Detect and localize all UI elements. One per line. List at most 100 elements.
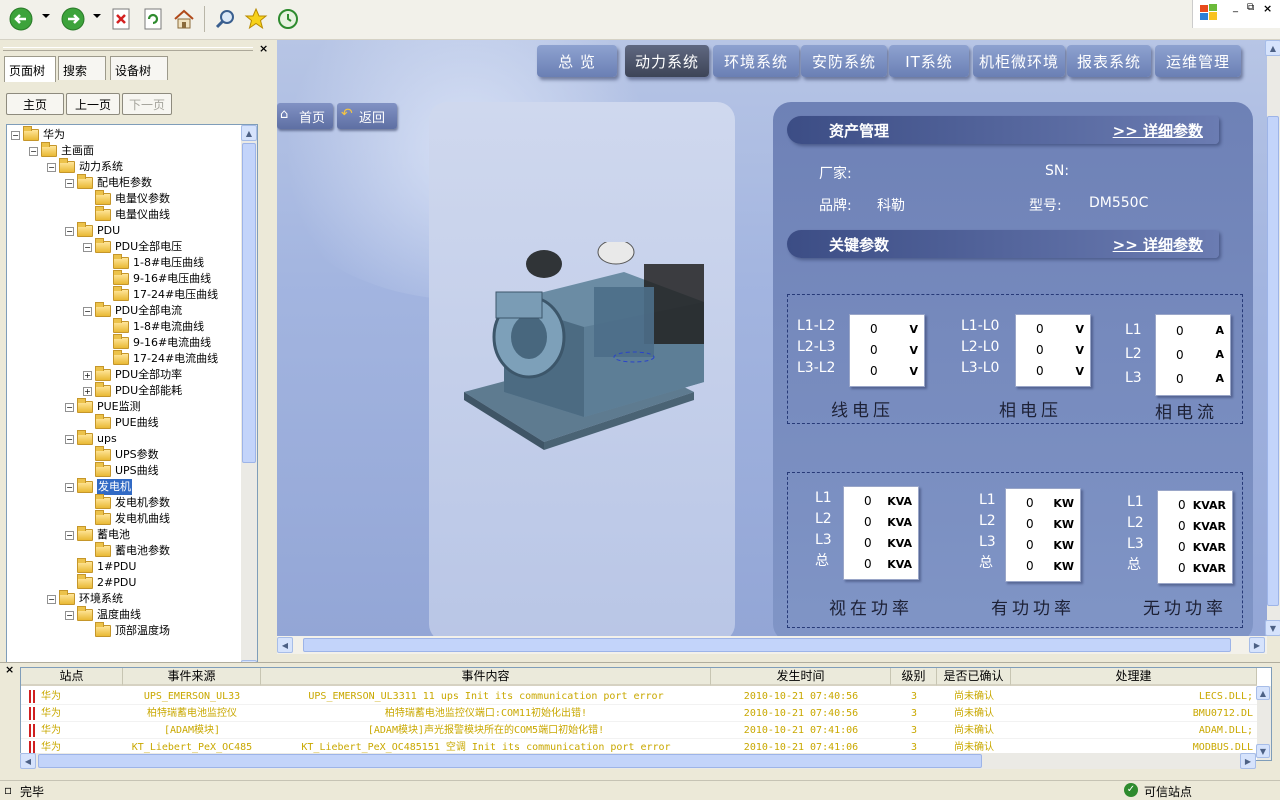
event-row[interactable]: 华为 柏特瑞蓄电池监控仪 柏特瑞蓄电池监控仪端口:COM11初始化出错! 2010-1… <box>21 705 1257 722</box>
home-nav-button[interactable]: ⌂ 首页 <box>277 103 333 129</box>
key-params-detail-link[interactable]: >> 详细参数 <box>1113 234 1203 255</box>
back-icon[interactable] <box>8 6 34 32</box>
tree-node[interactable]: +顶部温度场 <box>83 622 170 639</box>
expand-toggle-icon[interactable]: − <box>65 402 74 412</box>
event-row[interactable]: 华为 [ADAM模块] [ADAM模块]声光报警模块所在的COM5端口初始化错! 20… <box>21 722 1257 739</box>
scroll-down-icon[interactable]: ▼ <box>1265 620 1280 636</box>
tree-node[interactable]: − ups <box>65 430 117 447</box>
tree-node[interactable]: − 配电柜参数 <box>65 174 152 191</box>
tree-node[interactable]: − 动力系统 <box>47 158 123 175</box>
tree-node[interactable]: − PDU <box>65 222 120 239</box>
favorites-icon[interactable] <box>243 6 269 32</box>
tree-node[interactable]: +电量仪曲线 <box>83 206 170 223</box>
tree-node[interactable]: − 华为 <box>11 126 65 143</box>
expand-toggle-icon[interactable]: − <box>47 594 56 604</box>
event-scrollbar[interactable]: ▲ ▼ <box>1256 686 1271 760</box>
tree-node[interactable]: +UPS曲线 <box>83 462 159 479</box>
tree-node[interactable]: +9-16#电压曲线 <box>101 270 211 287</box>
scroll-up-icon[interactable]: ▲ <box>241 125 257 141</box>
tab-search[interactable]: 搜索 <box>58 56 106 80</box>
tree-node[interactable]: − 发电机 <box>65 478 132 495</box>
next-page-button[interactable]: 下一页 <box>122 93 172 115</box>
tree-node[interactable]: +1#PDU <box>65 558 136 575</box>
nav-tab[interactable]: 运维管理 <box>1155 45 1241 77</box>
tree-node[interactable]: +电量仪参数 <box>83 190 170 207</box>
tree-node[interactable]: − 主画面 <box>29 142 94 159</box>
tree-node[interactable]: − PDU全部电流 <box>83 302 182 319</box>
close-icon[interactable]: × <box>5 663 14 676</box>
nav-tab[interactable]: 环境系统 <box>713 45 799 77</box>
expand-toggle-icon[interactable]: − <box>65 530 74 540</box>
scroll-down-icon[interactable]: ▼ <box>1256 744 1270 758</box>
scroll-up-icon[interactable]: ▲ <box>1256 686 1270 700</box>
forward-dropdown-icon[interactable] <box>93 14 101 18</box>
close-icon[interactable]: × <box>1263 2 1272 15</box>
scroll-thumb[interactable] <box>1267 116 1279 606</box>
scroll-left-icon[interactable]: ◀ <box>277 637 293 653</box>
tree-node[interactable]: + PDU全部能耗 <box>83 382 182 399</box>
scroll-thumb[interactable] <box>242 143 256 463</box>
nav-tab[interactable]: 总 览 <box>537 45 617 77</box>
history-icon[interactable] <box>275 6 301 32</box>
scroll-up-icon[interactable]: ▲ <box>1265 40 1280 56</box>
back-nav-button[interactable]: ↶ 返回 <box>337 103 397 129</box>
search-icon[interactable] <box>212 6 238 32</box>
nav-tab[interactable]: 安防系统 <box>801 45 887 77</box>
tree-node[interactable]: − 蓄电池 <box>65 526 130 543</box>
tree-node[interactable]: +1-8#电流曲线 <box>101 318 204 335</box>
expand-toggle-icon[interactable]: − <box>65 482 74 492</box>
expand-toggle-icon[interactable]: + <box>83 370 92 380</box>
event-row[interactable]: 华为 UPS_EMERSON_UL33 UPS_EMERSON_UL3311 11 … <box>21 688 1257 705</box>
scroll-left-icon[interactable]: ◀ <box>20 753 36 769</box>
tree-node[interactable]: +2#PDU <box>65 574 136 591</box>
close-icon[interactable]: × <box>259 42 268 55</box>
tab-device-tree[interactable]: 设备树 <box>110 56 168 80</box>
home-button[interactable]: 主页 <box>6 93 64 115</box>
expand-toggle-icon[interactable]: − <box>83 242 92 252</box>
scroll-right-icon[interactable]: ▶ <box>1240 753 1256 769</box>
minimize-icon[interactable]: _ <box>1233 2 1238 13</box>
event-column-header[interactable]: 站点 <box>21 668 123 686</box>
expand-toggle-icon[interactable]: − <box>65 610 74 620</box>
event-column-header[interactable]: 级别 <box>891 668 937 686</box>
event-column-header[interactable]: 处理建 <box>1011 668 1257 686</box>
restore-icon[interactable]: ⧉ <box>1247 2 1254 13</box>
scroll-thumb[interactable] <box>38 754 982 768</box>
nav-tab[interactable]: 报表系统 <box>1067 45 1151 77</box>
tree-node[interactable]: − PUE监测 <box>65 398 141 415</box>
event-column-header[interactable]: 是否已确认 <box>937 668 1011 686</box>
scroll-thumb[interactable] <box>303 638 1231 652</box>
page-tree[interactable]: −华为−主画面−动力系统−配电柜参数+电量仪参数+电量仪曲线−PDU−PDU全部… <box>6 124 258 678</box>
stop-icon[interactable] <box>108 6 134 32</box>
tree-node[interactable]: +发电机参数 <box>83 494 170 511</box>
expand-toggle-icon[interactable]: − <box>65 178 74 188</box>
tree-scrollbar[interactable]: ▲ ▼ <box>241 125 257 677</box>
tree-node[interactable]: +UPS参数 <box>83 446 159 463</box>
home-icon[interactable] <box>171 6 197 32</box>
tree-node[interactable]: +1-8#电压曲线 <box>101 254 204 271</box>
prev-page-button[interactable]: 上一页 <box>66 93 120 115</box>
event-column-header[interactable]: 事件内容 <box>261 668 711 686</box>
tree-node[interactable]: +9-16#电流曲线 <box>101 334 211 351</box>
event-hscrollbar[interactable]: ◀ ▶ <box>20 753 1256 769</box>
tab-page-tree[interactable]: 页面树 <box>4 56 56 82</box>
event-table[interactable]: 站点 事件来源 事件内容 发生时间 级别 是否已确认 处理建 华为 UPS_EMERSON_UL… <box>20 667 1272 761</box>
asset-detail-link[interactable]: >> 详细参数 <box>1113 120 1203 141</box>
nav-tab[interactable]: IT系统 <box>889 45 969 77</box>
expand-toggle-icon[interactable]: − <box>65 226 74 236</box>
tree-node[interactable]: − 环境系统 <box>47 590 123 607</box>
expand-toggle-icon[interactable]: − <box>11 130 20 140</box>
tree-node[interactable]: − 温度曲线 <box>65 606 141 623</box>
expand-toggle-icon[interactable]: + <box>83 386 92 396</box>
tree-node[interactable]: +17-24#电压曲线 <box>101 286 218 303</box>
nav-tab[interactable]: 机柜微环境 <box>973 45 1065 77</box>
main-vertical-scrollbar[interactable]: ▲ ▼ <box>1265 40 1280 636</box>
tree-node[interactable]: + PDU全部功率 <box>83 366 182 383</box>
nav-tab[interactable]: 动力系统 <box>625 45 709 77</box>
expand-toggle-icon[interactable]: − <box>65 434 74 444</box>
tree-node[interactable]: +发电机曲线 <box>83 510 170 527</box>
tree-node[interactable]: +17-24#电流曲线 <box>101 350 218 367</box>
tree-node[interactable]: − PDU全部电压 <box>83 238 182 255</box>
event-column-header[interactable]: 事件来源 <box>123 668 261 686</box>
forward-icon[interactable] <box>60 6 86 32</box>
